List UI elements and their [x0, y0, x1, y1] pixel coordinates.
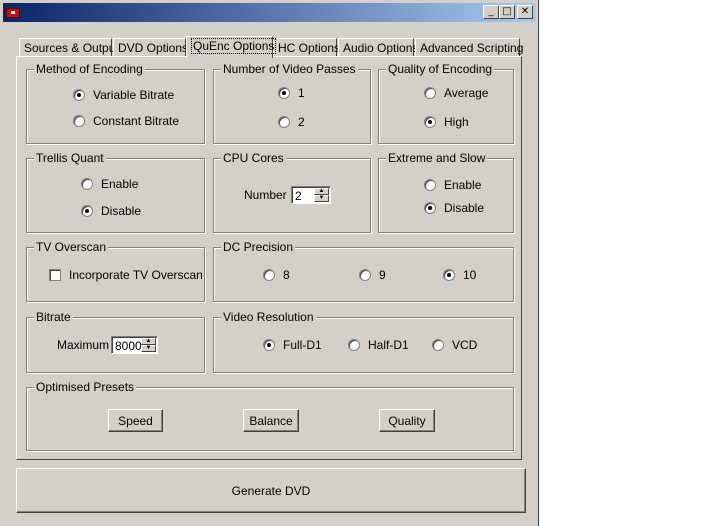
constant-bitrate-option[interactable]: Constant Bitrate: [73, 114, 179, 128]
radio-button[interactable]: [278, 87, 290, 99]
quality-preset-button[interactable]: Quality: [379, 409, 435, 432]
extreme-enable-option[interactable]: Enable: [424, 178, 481, 192]
bitrate-maximum-value[interactable]: 8000: [115, 339, 142, 353]
bitrate-group: Bitrate Maximum 8000 ▲ ▼: [26, 310, 205, 373]
radio-button[interactable]: [348, 339, 360, 351]
video-resolution-group: Video Resolution Full-D1 Half-D1 VCD: [213, 310, 514, 373]
spin-up-icon[interactable]: ▲: [314, 188, 329, 195]
checkbox[interactable]: [49, 269, 61, 281]
passes-1-option[interactable]: 1: [278, 86, 305, 100]
group-title: Extreme and Slow: [386, 151, 488, 165]
group-title: Optimised Presets: [34, 380, 137, 394]
radio-button[interactable]: [424, 116, 436, 128]
tab-audio-options[interactable]: Audio Options: [338, 38, 418, 57]
group-title: DC Precision: [221, 240, 296, 254]
group-title: TV Overscan: [34, 240, 109, 254]
cpu-cores-group: CPU Cores Number 2 ▲ ▼: [213, 151, 371, 233]
radio-button[interactable]: [263, 269, 275, 281]
speed-preset-button[interactable]: Speed: [108, 409, 163, 432]
dc-precision-9-option[interactable]: 9: [359, 268, 386, 282]
radio-button[interactable]: [81, 178, 93, 190]
radio-button[interactable]: [73, 89, 85, 101]
dc-precision-group: DC Precision 8 9 10: [213, 240, 514, 302]
bitrate-maximum-label: Maximum: [57, 338, 110, 352]
spin-down-icon[interactable]: ▼: [314, 195, 329, 202]
radio-button[interactable]: [432, 339, 444, 351]
variable-bitrate-option[interactable]: Variable Bitrate: [73, 88, 174, 102]
cpu-number-label: Number: [244, 188, 287, 202]
title-bar[interactable]: _ □ ✕: [3, 3, 536, 22]
quality-average-option[interactable]: Average: [424, 86, 488, 100]
resolution-half-d1-option[interactable]: Half-D1: [348, 338, 409, 352]
video-passes-group: Number of Video Passes 1 2: [213, 62, 371, 144]
dc-precision-8-option[interactable]: 8: [263, 268, 290, 282]
minimize-button[interactable]: _: [483, 5, 499, 19]
passes-2-option[interactable]: 2: [278, 115, 305, 129]
radio-button[interactable]: [359, 269, 371, 281]
resolution-vcd-option[interactable]: VCD: [432, 338, 477, 352]
cpu-cores-spinner[interactable]: 2 ▲ ▼: [291, 186, 331, 204]
cpu-cores-value[interactable]: 2: [295, 189, 302, 203]
tab-quenc-options[interactable]: QuEnc Options: [186, 36, 277, 58]
balance-preset-button[interactable]: Balance: [243, 409, 299, 432]
radio-button[interactable]: [263, 339, 275, 351]
group-title: Quality of Encoding: [386, 62, 495, 76]
app-window: _ □ ✕ Sources & Output DVD Options QuEnc…: [0, 0, 539, 526]
trellis-disable-option[interactable]: Disable: [81, 204, 141, 218]
group-title: Method of Encoding: [34, 62, 145, 76]
spin-up-icon[interactable]: ▲: [141, 338, 156, 345]
tab-dvd-options[interactable]: DVD Options: [113, 38, 188, 57]
radio-button[interactable]: [278, 116, 290, 128]
app-icon[interactable]: [6, 8, 20, 18]
radio-button[interactable]: [443, 269, 455, 281]
close-button[interactable]: ✕: [517, 5, 533, 19]
group-title: Video Resolution: [221, 310, 316, 324]
trellis-enable-option[interactable]: Enable: [81, 177, 138, 191]
trellis-quant-group: Trellis Quant Enable Disable: [26, 151, 205, 233]
group-title: Number of Video Passes: [221, 62, 358, 76]
group-title: Bitrate: [34, 310, 73, 324]
tv-overscan-group: TV Overscan Incorporate TV Overscan: [26, 240, 205, 302]
radio-button[interactable]: [424, 87, 436, 99]
extreme-and-slow-group: Extreme and Slow Enable Disable: [378, 151, 514, 233]
radio-button[interactable]: [424, 179, 436, 191]
spin-down-icon[interactable]: ▼: [141, 345, 156, 352]
bitrate-maximum-spinner[interactable]: 8000 ▲ ▼: [111, 336, 158, 354]
maximize-button[interactable]: □: [499, 5, 515, 19]
radio-button[interactable]: [81, 205, 93, 217]
tab-sources-output[interactable]: Sources & Output: [19, 38, 119, 57]
dc-precision-10-option[interactable]: 10: [443, 268, 476, 282]
quality-high-option[interactable]: High: [424, 115, 469, 129]
quality-of-encoding-group: Quality of Encoding Average High: [378, 62, 514, 144]
group-title: Trellis Quant: [34, 151, 106, 165]
tab-advanced-scripting[interactable]: Advanced Scripting: [415, 38, 523, 57]
tab-hc-options[interactable]: HC Options: [273, 38, 340, 57]
resolution-full-d1-option[interactable]: Full-D1: [263, 338, 322, 352]
optimised-presets-group: Optimised Presets Speed Balance Quality: [26, 380, 514, 451]
method-of-encoding-group: Method of Encoding Variable Bitrate Cons…: [26, 62, 205, 144]
radio-button[interactable]: [424, 202, 436, 214]
radio-button[interactable]: [73, 115, 85, 127]
generate-dvd-button[interactable]: Generate DVD: [16, 468, 526, 513]
incorporate-tv-overscan-checkbox[interactable]: Incorporate TV Overscan: [49, 268, 203, 282]
group-title: CPU Cores: [221, 151, 286, 165]
extreme-disable-option[interactable]: Disable: [424, 201, 484, 215]
